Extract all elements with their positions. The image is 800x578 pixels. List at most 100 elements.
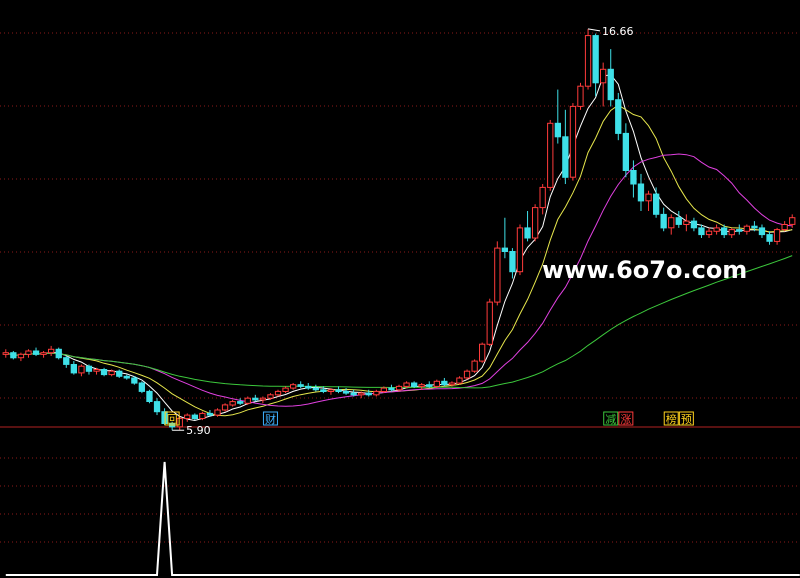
candle-body bbox=[668, 217, 675, 229]
candle-body bbox=[562, 136, 569, 178]
candle-body bbox=[705, 230, 713, 236]
candle-up bbox=[199, 411, 206, 421]
candle-body bbox=[569, 105, 577, 178]
candle-up bbox=[463, 369, 471, 380]
candle-body bbox=[32, 350, 40, 355]
candle-body bbox=[766, 234, 773, 242]
candle-body bbox=[645, 193, 652, 202]
candle-body bbox=[600, 68, 607, 84]
signal-tag: 减 bbox=[603, 411, 619, 426]
high-price-label: 16.66 bbox=[602, 25, 634, 38]
signal-tag-label: 涨 bbox=[620, 413, 631, 426]
low-price-label: 5.90 bbox=[186, 424, 211, 437]
signal-tag: 榜 bbox=[663, 411, 679, 426]
candle-body bbox=[781, 224, 788, 231]
candle-down bbox=[146, 389, 153, 404]
candle-body bbox=[471, 360, 478, 372]
candle-body bbox=[70, 364, 77, 374]
candle-up bbox=[486, 298, 493, 346]
candle-body bbox=[78, 365, 85, 374]
candle-body bbox=[441, 380, 448, 386]
candle-up bbox=[479, 342, 486, 363]
candle-body bbox=[698, 227, 705, 236]
candle-body bbox=[713, 227, 720, 232]
watermark-text: www.6o7o.com bbox=[542, 256, 747, 284]
candle-body bbox=[358, 392, 365, 396]
candle-body bbox=[607, 68, 614, 101]
candle-body bbox=[267, 394, 274, 399]
candle-down bbox=[138, 381, 145, 394]
candle-body bbox=[290, 384, 297, 389]
candle-body bbox=[622, 132, 630, 171]
candle-body bbox=[433, 380, 441, 387]
candle-body bbox=[108, 370, 115, 376]
candle-body bbox=[728, 229, 735, 236]
signal-tag: 财 bbox=[262, 411, 278, 426]
candle-body bbox=[637, 183, 645, 202]
candle-body bbox=[335, 389, 342, 392]
candle-body bbox=[660, 213, 667, 229]
candle-body bbox=[350, 392, 357, 396]
candle-body bbox=[297, 384, 304, 387]
candle-body bbox=[85, 365, 93, 372]
candle-body bbox=[584, 35, 592, 87]
candle-up bbox=[456, 376, 463, 385]
candle-body bbox=[116, 370, 123, 377]
candle-up bbox=[516, 224, 524, 276]
candle-body bbox=[146, 390, 153, 402]
candle-body bbox=[40, 352, 47, 355]
candle-body bbox=[191, 414, 198, 420]
candle-down bbox=[116, 369, 123, 378]
candle-body bbox=[773, 229, 781, 242]
candle-body bbox=[758, 227, 766, 236]
candle-body bbox=[153, 401, 161, 413]
candle-up bbox=[471, 359, 478, 373]
candle-up bbox=[244, 396, 251, 405]
candle-up bbox=[547, 119, 554, 191]
candle-body bbox=[494, 247, 501, 303]
candle-down bbox=[10, 350, 17, 360]
candle-down bbox=[615, 92, 622, 141]
candle-body bbox=[25, 350, 32, 355]
signal-tag: 回 bbox=[164, 411, 180, 426]
candle-body bbox=[214, 409, 221, 416]
candle-body bbox=[206, 412, 214, 416]
candle-body bbox=[683, 220, 690, 226]
candle-body bbox=[365, 392, 372, 396]
candle-body bbox=[10, 352, 17, 359]
candle-body bbox=[63, 357, 70, 365]
candle-body bbox=[305, 385, 312, 389]
candle-body bbox=[456, 377, 463, 384]
candle-body bbox=[554, 122, 562, 138]
candle-down bbox=[100, 367, 108, 377]
candle-body bbox=[176, 417, 183, 428]
candle-body bbox=[630, 170, 637, 185]
signal-tag: 涨 bbox=[618, 411, 634, 426]
candle-up bbox=[221, 403, 229, 412]
candle-body bbox=[577, 85, 584, 107]
signal-tag-label: 榜 bbox=[666, 412, 677, 426]
candle-body bbox=[327, 389, 335, 392]
candle-up bbox=[494, 241, 501, 306]
candle-body bbox=[282, 387, 289, 393]
candle-body bbox=[274, 390, 282, 396]
candle-body bbox=[509, 251, 516, 273]
candle-body bbox=[426, 384, 433, 387]
candle-body bbox=[411, 382, 418, 387]
candle-body bbox=[486, 301, 493, 345]
candle-body bbox=[221, 404, 229, 411]
candle-up bbox=[214, 408, 221, 417]
candle-body bbox=[418, 384, 425, 387]
candle-body bbox=[736, 229, 743, 232]
candle-body bbox=[395, 385, 403, 391]
candle-body bbox=[751, 225, 758, 229]
candle-body bbox=[259, 397, 267, 401]
candle-body bbox=[721, 227, 728, 236]
candle-body bbox=[380, 387, 388, 393]
candle-body bbox=[100, 369, 108, 376]
candle-body bbox=[237, 401, 244, 404]
candle-body bbox=[312, 387, 320, 391]
candle-body bbox=[789, 217, 796, 225]
candle-body bbox=[342, 390, 350, 394]
candle-body bbox=[184, 414, 191, 420]
